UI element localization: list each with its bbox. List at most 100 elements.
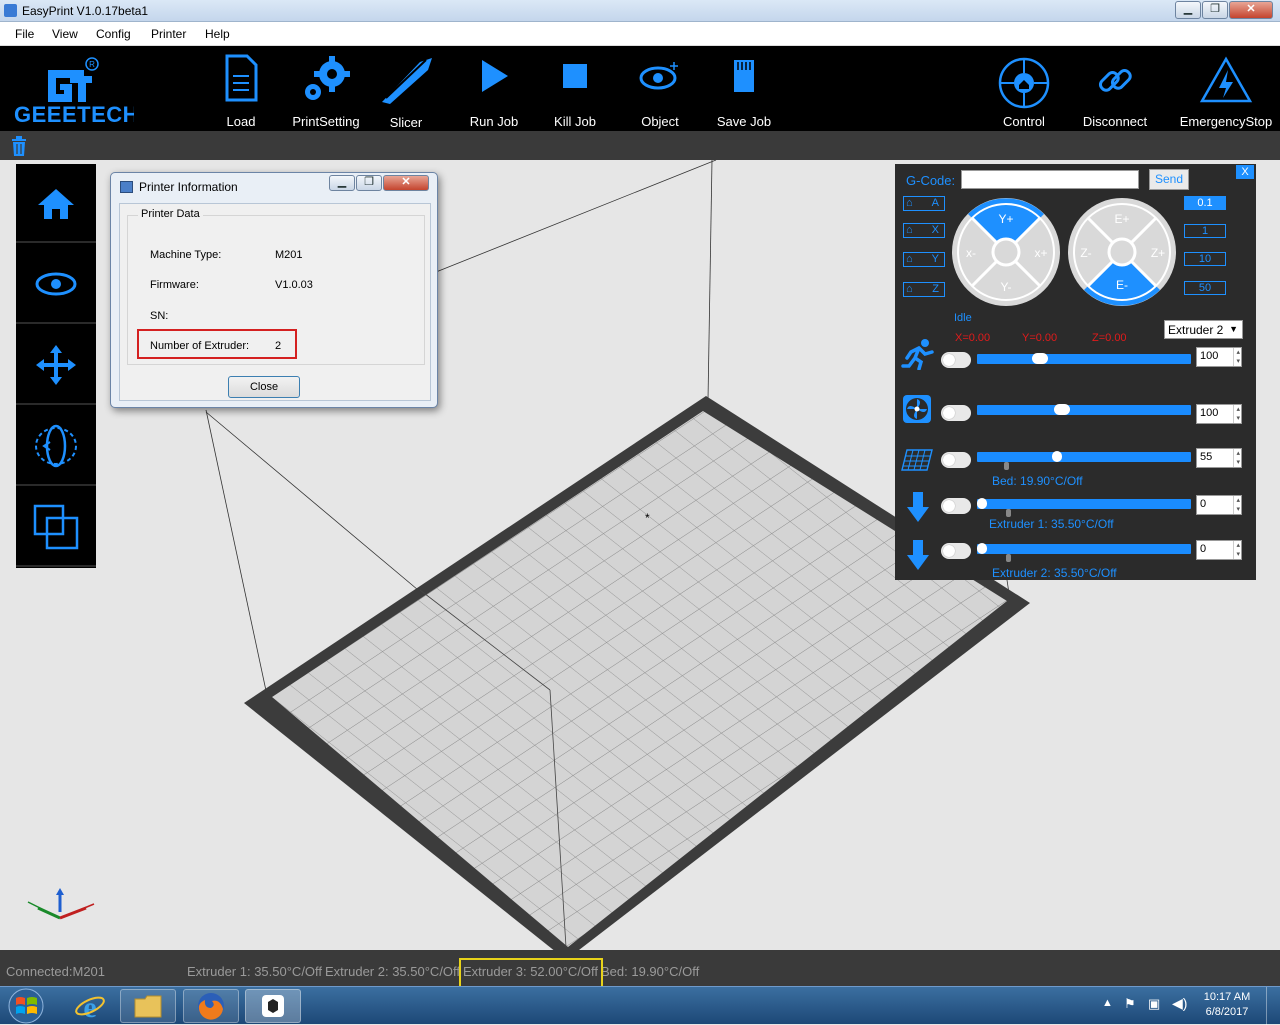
window-title: EasyPrint V1.0.17beta1 <box>22 4 149 18</box>
slicer-button[interactable]: Slicer <box>376 46 436 131</box>
firefox-taskbar-item[interactable] <box>183 989 239 1023</box>
speed-toggle[interactable] <box>941 352 971 368</box>
extruder-2-toggle[interactable] <box>941 543 971 559</box>
extruder-2-spinbox[interactable]: 0 <box>1196 540 1242 560</box>
printsetting-button[interactable]: PrintSetting <box>288 46 364 131</box>
object-button[interactable]: Object <box>634 46 686 131</box>
machine-type-value: M201 <box>275 249 303 261</box>
e-minus-label: E- <box>1116 278 1128 292</box>
extruder-2-temp-status: Extruder 2: 35.50°C/Off <box>992 566 1117 580</box>
control-close-button[interactable]: X <box>1236 165 1254 179</box>
axis-gizmo <box>27 888 95 920</box>
extruder-1-slider-knob[interactable] <box>977 498 987 509</box>
home-z-button[interactable]: ⌂ Z <box>903 282 945 297</box>
step-0-1-button[interactable]: 0.1 <box>1184 196 1226 210</box>
disconnect-button[interactable]: Disconnect <box>1080 46 1150 131</box>
bed-slider[interactable] <box>977 451 1191 462</box>
fan-slider-knob[interactable] <box>1054 404 1070 415</box>
dialog-maximize-button[interactable]: ❐ <box>356 175 382 191</box>
extruder-1-spinbox[interactable]: 0 <box>1196 495 1242 515</box>
step-50-button[interactable]: 50 <box>1184 281 1226 295</box>
home-y-button[interactable]: ⌂ Y <box>903 252 945 267</box>
y-plus-label: Y+ <box>998 212 1013 226</box>
connection-status: Connected:M201 <box>6 964 106 979</box>
speed-spinbox[interactable]: 100 <box>1196 347 1242 367</box>
save-job-button[interactable]: Save Job <box>712 46 776 131</box>
play-icon <box>482 60 508 92</box>
dropdown-arrow-icon: ▼ <box>1229 324 1238 334</box>
trash-icon[interactable] <box>10 136 28 156</box>
extruder-select-value: Extruder 2 <box>1168 323 1224 337</box>
gcode-input[interactable] <box>961 170 1139 189</box>
home-all-button[interactable]: ⌂ A <box>903 196 945 211</box>
svg-text:R: R <box>89 60 95 69</box>
lightning-warning-icon <box>1199 56 1253 103</box>
ie-taskbar-item[interactable]: e <box>62 989 118 1023</box>
fan-toggle[interactable] <box>941 405 971 421</box>
view-eye-button[interactable] <box>16 245 96 324</box>
load-button[interactable]: Load <box>218 46 264 131</box>
menu-printer[interactable]: Printer <box>151 27 186 41</box>
bed-spinbox[interactable]: 55 <box>1196 448 1242 468</box>
dialog-minimize-button[interactable]: ▁ <box>329 175 355 191</box>
close-window-button[interactable]: ✕ <box>1229 1 1273 19</box>
disconnect-label: Disconnect <box>1082 114 1148 129</box>
folder-icon <box>134 995 162 1018</box>
home-view-button[interactable] <box>16 164 96 243</box>
geeetech-logo: R GEEETECH <box>14 57 134 127</box>
network-icon[interactable]: ▣ <box>1148 996 1160 1012</box>
close-button[interactable]: Close <box>228 376 300 398</box>
home-x-button[interactable]: ⌂ X <box>903 223 945 238</box>
sn-label: SN: <box>150 310 169 322</box>
extruder-1-toggle[interactable] <box>941 498 971 514</box>
easyprint-taskbar-item[interactable] <box>245 989 301 1023</box>
speed-slider-knob[interactable] <box>1032 353 1048 364</box>
explorer-taskbar-item[interactable] <box>120 989 176 1023</box>
ze-jog-pad[interactable]: E+ E- Z- Z+ <box>1067 197 1177 307</box>
control-button[interactable]: Control <box>990 46 1058 131</box>
eye-icon <box>639 62 678 90</box>
extruder-1-temp-status: Extruder 1: 35.50°C/Off <box>989 517 1114 531</box>
extruder-select[interactable]: Extruder 2 ▼ <box>1164 320 1243 339</box>
scale-button[interactable] <box>16 488 96 567</box>
menu-file[interactable]: File <box>15 27 34 41</box>
printsetting-label: PrintSetting <box>292 114 360 129</box>
show-desktop-button[interactable] <box>1266 987 1280 1025</box>
dialog-close-x-button[interactable]: ✕ <box>383 175 429 191</box>
rotate-button[interactable] <box>16 407 96 486</box>
clock-date: 6/8/2017 <box>1205 1006 1249 1018</box>
step-10-button[interactable]: 10 <box>1184 252 1226 266</box>
move-button[interactable] <box>16 326 96 405</box>
xy-jog-pad[interactable]: Y+ Y- x- x+ <box>951 197 1061 307</box>
machine-type-label: Machine Type: <box>150 249 222 261</box>
fan-icon <box>903 395 931 423</box>
bed-slider-knob[interactable] <box>1052 451 1062 462</box>
fan-slider[interactable] <box>977 404 1191 415</box>
bed-toggle[interactable] <box>941 452 971 468</box>
run-job-button[interactable]: Run Job <box>466 46 522 131</box>
extruder-2-slider-knob[interactable] <box>977 543 987 554</box>
maximize-button[interactable]: ❐ <box>1202 1 1228 19</box>
extruder-1-slider[interactable] <box>977 498 1191 509</box>
send-button[interactable]: Send <box>1149 169 1189 190</box>
extruder-2-slider[interactable] <box>977 543 1191 554</box>
save-job-label: Save Job <box>716 114 772 129</box>
step-1-button[interactable]: 1 <box>1184 224 1226 238</box>
fan-spinbox[interactable]: 100 <box>1196 404 1242 424</box>
emergency-stop-button[interactable]: EmergencyStop <box>1178 46 1274 131</box>
control-icon <box>998 57 1050 109</box>
printer-control-panel: X G-Code: Send ⌂ A ⌂ X ⌂ Y ⌂ Z Y+ Y- x- x+ E… <box>895 164 1256 580</box>
menu-view[interactable]: View <box>52 27 78 41</box>
action-center-flag-icon[interactable]: ⚑ <box>1124 996 1136 1012</box>
main-toolbar: R GEEETECH Load PrintSetting Slicer Run … <box>0 46 1280 131</box>
menu-config[interactable]: Config <box>96 27 131 41</box>
minimize-button[interactable]: ▁ <box>1175 1 1201 19</box>
tray-expand-icon[interactable]: ▲ <box>1102 997 1113 1009</box>
menu-help[interactable]: Help <box>205 27 230 41</box>
speed-slider[interactable] <box>977 353 1191 364</box>
system-clock[interactable]: 10:17 AM 6/8/2017 <box>1196 990 1258 1020</box>
start-button[interactable] <box>6 988 46 1024</box>
kill-job-button[interactable]: Kill Job <box>548 46 602 131</box>
dialog-body: Printer Data Machine Type: M201 Firmware… <box>119 203 431 401</box>
volume-icon[interactable]: ◀) <box>1172 995 1187 1012</box>
